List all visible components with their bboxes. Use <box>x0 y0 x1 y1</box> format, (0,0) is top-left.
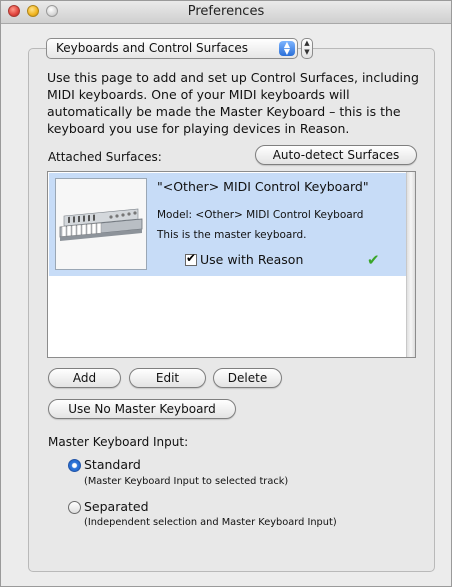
titlebar: Preferences <box>1 1 451 24</box>
preferences-window: Preferences Keyboards and Control Surfac… <box>0 0 452 587</box>
section-popup[interactable]: Keyboards and Control Surfaces ▲ ▼ <box>46 38 298 59</box>
surface-model: Model: <Other> MIDI Control Keyboard <box>157 209 364 221</box>
add-button[interactable]: Add <box>48 368 121 388</box>
radio-standard-hint: (Master Keyboard Input to selected track… <box>84 476 289 487</box>
surface-master-status: This is the master keyboard. <box>157 229 307 241</box>
surfaces-list[interactable]: "<Other> MIDI Control Keyboard" Model: <… <box>47 171 416 358</box>
radio-standard[interactable] <box>68 459 81 472</box>
use-with-reason-checkbox[interactable]: ✔ <box>185 250 197 266</box>
midi-keyboard-icon <box>59 208 143 241</box>
radio-separated-label[interactable]: Separated <box>84 499 149 514</box>
popup-arrows-icon: ▲ ▼ <box>279 41 295 56</box>
surface-name: "<Other> MIDI Control Keyboard" <box>157 179 369 194</box>
radio-separated-hint: (Independent selection and Master Keyboa… <box>84 517 337 528</box>
use-no-master-keyboard-button[interactable]: Use No Master Keyboard <box>48 399 236 419</box>
auto-detect-surfaces-button[interactable]: Auto-detect Surfaces <box>255 145 417 165</box>
ok-check-icon: ✔ <box>367 251 380 269</box>
checkmark-icon: ✔ <box>186 250 197 265</box>
section-popup-value: Keyboards and Control Surfaces <box>56 41 249 55</box>
use-with-reason-row[interactable]: ✔ Use with Reason <box>185 250 304 267</box>
use-with-reason-label: Use with Reason <box>200 252 304 267</box>
list-scrollbar[interactable] <box>406 172 415 357</box>
radio-standard-label[interactable]: Standard <box>84 457 141 472</box>
master-keyboard-input-label: Master Keyboard Input: <box>48 435 189 449</box>
window-title: Preferences <box>187 4 265 19</box>
page-description: Use this page to add and set up Control … <box>47 70 419 136</box>
surface-thumbnail <box>55 178 147 270</box>
section-stepper[interactable]: ▲ ▼ <box>301 38 313 59</box>
surface-list-item[interactable]: "<Other> MIDI Control Keyboard" Model: <… <box>49 173 406 276</box>
attached-surfaces-label: Attached Surfaces: <box>48 150 162 164</box>
delete-button[interactable]: Delete <box>213 368 282 388</box>
edit-button[interactable]: Edit <box>129 368 206 388</box>
radio-separated[interactable] <box>68 501 81 514</box>
